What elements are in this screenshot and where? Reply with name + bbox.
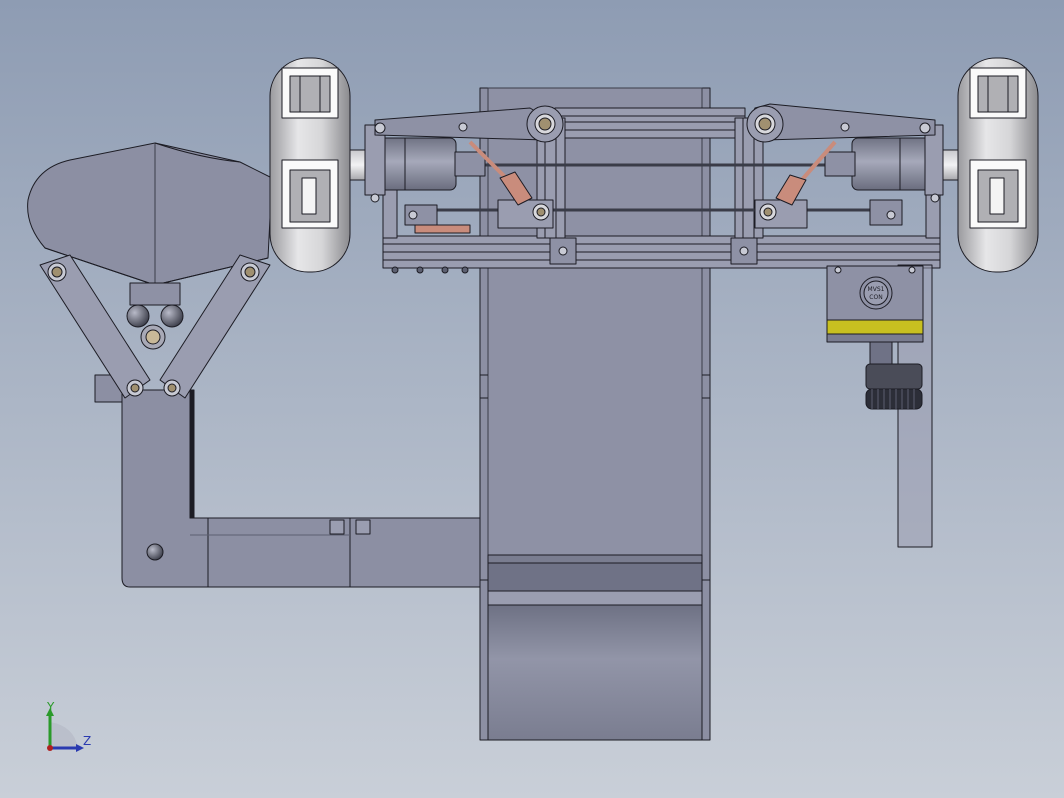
axis-z-label: Z: [83, 734, 91, 748]
camera-label-line1: MVS1: [868, 286, 885, 293]
axis-origin: [47, 745, 53, 751]
cad-viewport[interactable]: MVS1 CON Y Z: [0, 0, 1064, 798]
axis-y-label: Y: [46, 700, 55, 714]
camera-label-line2: CON: [869, 294, 882, 301]
left-omni-wheel: [269, 57, 351, 273]
cad-model-view[interactable]: MVS1 CON Y Z: [0, 0, 1064, 798]
right-omni-wheel: [957, 57, 1039, 273]
